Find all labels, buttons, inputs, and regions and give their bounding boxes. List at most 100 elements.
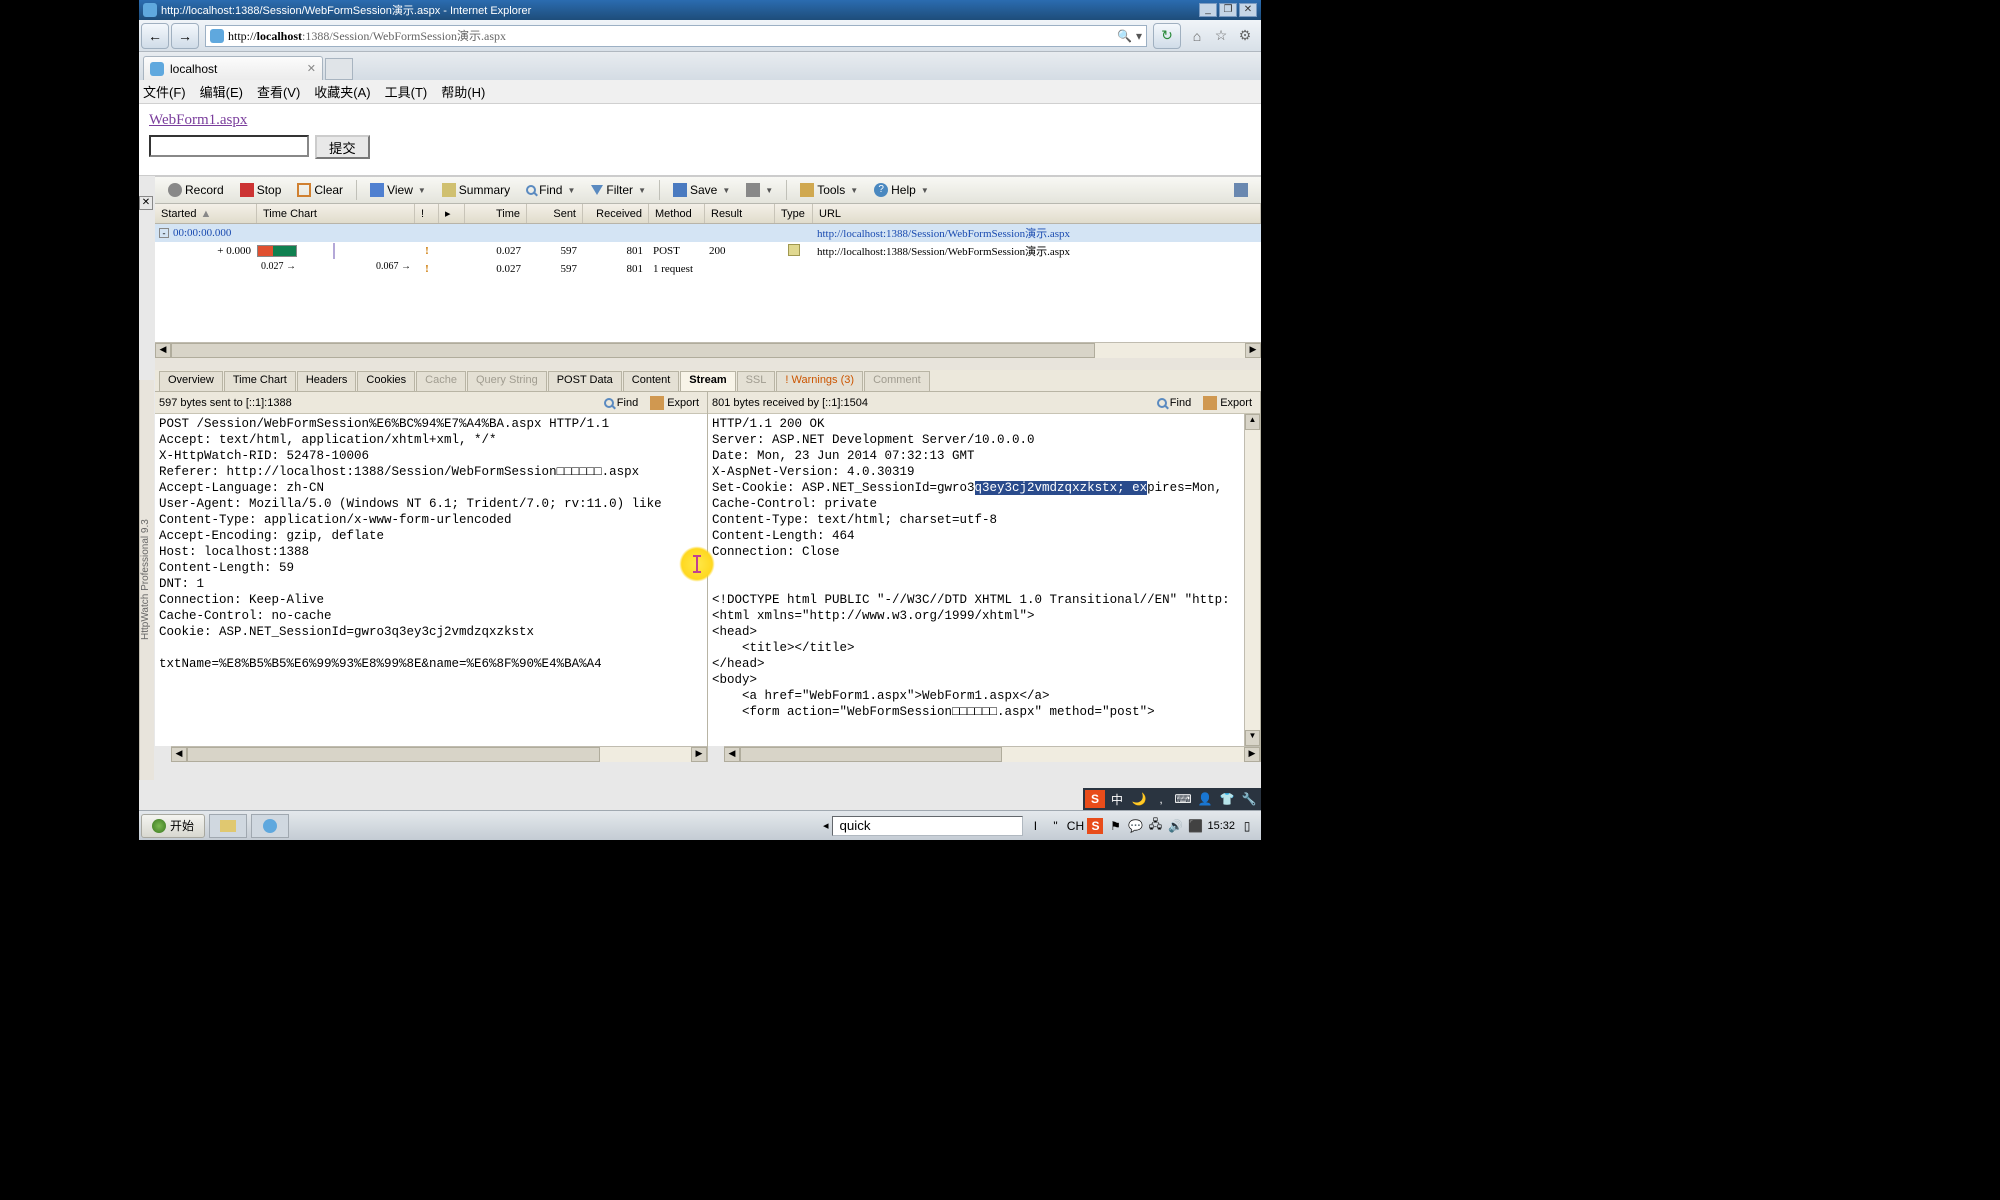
col-warn[interactable]: ! bbox=[415, 204, 439, 223]
right-hscroll[interactable]: ◀▶ bbox=[724, 746, 1260, 762]
tab-cookies[interactable]: Cookies bbox=[357, 371, 415, 391]
clock[interactable]: 15:32 bbox=[1207, 820, 1235, 832]
col-url[interactable]: URL bbox=[813, 204, 1261, 223]
start-button[interactable]: 开始 bbox=[141, 814, 205, 838]
menu-file[interactable]: 文件(F) bbox=[143, 82, 186, 101]
menu-help[interactable]: 帮助(H) bbox=[441, 82, 485, 101]
restore-button[interactable]: ❐ bbox=[1219, 3, 1237, 17]
col-received[interactable]: Received bbox=[583, 204, 649, 223]
print-right-button[interactable] bbox=[1227, 179, 1255, 201]
view-button[interactable]: View▼ bbox=[363, 179, 433, 201]
left-hscroll[interactable]: ◀▶ bbox=[171, 746, 707, 762]
cursor-icon[interactable]: I bbox=[1027, 818, 1043, 834]
stop-button[interactable]: Stop bbox=[233, 179, 289, 201]
grid-hscroll[interactable]: ◀▶ bbox=[155, 342, 1261, 358]
task-explorer[interactable] bbox=[209, 814, 247, 838]
keyboard-icon[interactable]: ⌨ bbox=[1173, 790, 1193, 808]
filter-button[interactable]: Filter▼ bbox=[584, 179, 653, 201]
tab-content[interactable]: Content bbox=[623, 371, 680, 391]
url-dropdown-icon[interactable]: ▾ bbox=[1136, 29, 1142, 43]
record-button[interactable]: Record bbox=[161, 179, 231, 201]
col-sent[interactable]: Sent bbox=[527, 204, 583, 223]
col-result[interactable]: Result bbox=[705, 204, 775, 223]
col-timechart[interactable]: Time Chart bbox=[257, 204, 415, 223]
col-started[interactable]: Started ▲ bbox=[155, 204, 257, 223]
tab-timechart[interactable]: Time Chart bbox=[224, 371, 296, 391]
close-button[interactable]: ✕ bbox=[1239, 3, 1257, 17]
export-left-button[interactable]: Export bbox=[646, 396, 703, 410]
tab-postdata[interactable]: POST Data bbox=[548, 371, 622, 391]
tab-stream[interactable]: Stream bbox=[680, 371, 735, 391]
col-type[interactable]: Type bbox=[775, 204, 813, 223]
grid-row-summary[interactable]: 0.027 →0.067 → ! 0.027 597 801 1 request bbox=[155, 260, 1261, 278]
request-text[interactable]: POST /Session/WebFormSession%E6%BC%94%E7… bbox=[155, 414, 707, 746]
wrench-icon[interactable]: 🔧 bbox=[1239, 790, 1259, 808]
print-button[interactable]: ▼ bbox=[739, 179, 780, 201]
submit-button[interactable]: 提交 bbox=[315, 135, 370, 159]
save-button[interactable]: Save▼ bbox=[666, 179, 737, 201]
help-button[interactable]: ?Help▼ bbox=[867, 179, 936, 201]
moon-icon[interactable]: 🌙 bbox=[1129, 790, 1149, 808]
tab-warnings[interactable]: ! Warnings (3) bbox=[776, 371, 863, 391]
collapse-icon[interactable]: - bbox=[159, 228, 169, 238]
address-bar[interactable]: http://localhost:1388/Session/WebFormSes… bbox=[205, 25, 1147, 47]
task-ie[interactable] bbox=[251, 814, 289, 838]
clear-button[interactable]: Clear bbox=[290, 179, 350, 201]
flag-icon[interactable]: ⚑ bbox=[1107, 818, 1123, 834]
shirt-icon[interactable]: 👕 bbox=[1217, 790, 1237, 808]
request-grid[interactable]: -00:00:00.000 http://localhost:1388/Sess… bbox=[155, 224, 1261, 342]
action-icon[interactable]: 💬 bbox=[1127, 818, 1143, 834]
tools-button[interactable]: Tools▼ bbox=[793, 179, 865, 201]
refresh-button[interactable]: ↻ bbox=[1153, 23, 1181, 49]
back-button[interactable]: ← bbox=[141, 23, 169, 49]
search-icon[interactable]: 🔍 bbox=[1117, 29, 1132, 43]
panel-close-icon[interactable]: ✕ bbox=[139, 196, 153, 210]
summary-button[interactable]: Summary bbox=[435, 179, 517, 201]
find-button[interactable]: Find▼ bbox=[519, 179, 582, 201]
find-right-button[interactable]: Find bbox=[1153, 397, 1195, 409]
lang-cn-icon[interactable]: 中 bbox=[1107, 790, 1127, 808]
tab-overview[interactable]: Overview bbox=[159, 371, 223, 391]
sogou-icon[interactable]: S bbox=[1087, 818, 1103, 834]
settings-icon[interactable]: ⚙ bbox=[1235, 26, 1255, 46]
right-vscroll[interactable]: ▲▼ bbox=[1244, 414, 1260, 746]
col-time[interactable]: Time bbox=[465, 204, 527, 223]
punct-icon[interactable]: , bbox=[1151, 790, 1171, 808]
menu-tools[interactable]: 工具(T) bbox=[385, 82, 428, 101]
minimize-button[interactable]: _ bbox=[1199, 3, 1217, 17]
response-text[interactable]: HTTP/1.1 200 OK Server: ASP.NET Developm… bbox=[708, 414, 1244, 746]
text-input[interactable] bbox=[149, 135, 309, 157]
grid-row-request[interactable]: + 0.000 ! 0.027 597 801 POST 200 http://… bbox=[155, 242, 1261, 260]
menu-favorites[interactable]: 收藏夹(A) bbox=[314, 82, 370, 101]
ime-icon[interactable]: S bbox=[1085, 790, 1105, 808]
volume-icon[interactable]: 🔊 bbox=[1167, 818, 1183, 834]
tab-ssl[interactable]: SSL bbox=[737, 371, 776, 391]
tab-cache[interactable]: Cache bbox=[416, 371, 466, 391]
tray-expand-icon[interactable]: ◂ bbox=[823, 819, 829, 832]
grid-row-group[interactable]: -00:00:00.000 http://localhost:1388/Sess… bbox=[155, 224, 1261, 242]
tab-comment[interactable]: Comment bbox=[864, 371, 930, 391]
favorites-icon[interactable]: ☆ bbox=[1211, 26, 1231, 46]
find-left-button[interactable]: Find bbox=[600, 397, 642, 409]
safe-icon[interactable]: ⬛ bbox=[1187, 818, 1203, 834]
tab-headers[interactable]: Headers bbox=[297, 371, 357, 391]
quick-input[interactable] bbox=[832, 816, 1023, 836]
user-icon[interactable]: 👤 bbox=[1195, 790, 1215, 808]
export-right-button[interactable]: Export bbox=[1199, 396, 1256, 410]
home-icon[interactable]: ⌂ bbox=[1187, 26, 1207, 46]
network-icon[interactable]: 🖧 bbox=[1147, 818, 1163, 834]
show-desktop[interactable]: ▯ bbox=[1239, 818, 1255, 834]
col-method[interactable]: Method bbox=[649, 204, 705, 223]
webform-link[interactable]: WebForm1.aspx bbox=[149, 112, 247, 128]
ch-indicator[interactable]: CH bbox=[1067, 818, 1083, 834]
new-tab-button[interactable] bbox=[325, 58, 353, 80]
forward-button[interactable]: → bbox=[171, 23, 199, 49]
col-flag[interactable]: ▸ bbox=[439, 204, 465, 223]
tab-querystring[interactable]: Query String bbox=[467, 371, 547, 391]
menu-view[interactable]: 查看(V) bbox=[257, 82, 300, 101]
tab-close-icon[interactable]: ✕ bbox=[307, 62, 316, 75]
quote-icon[interactable]: " bbox=[1047, 818, 1063, 834]
clear-icon bbox=[297, 183, 311, 197]
menu-edit[interactable]: 编辑(E) bbox=[200, 82, 243, 101]
browser-tab[interactable]: localhost ✕ bbox=[143, 56, 323, 80]
